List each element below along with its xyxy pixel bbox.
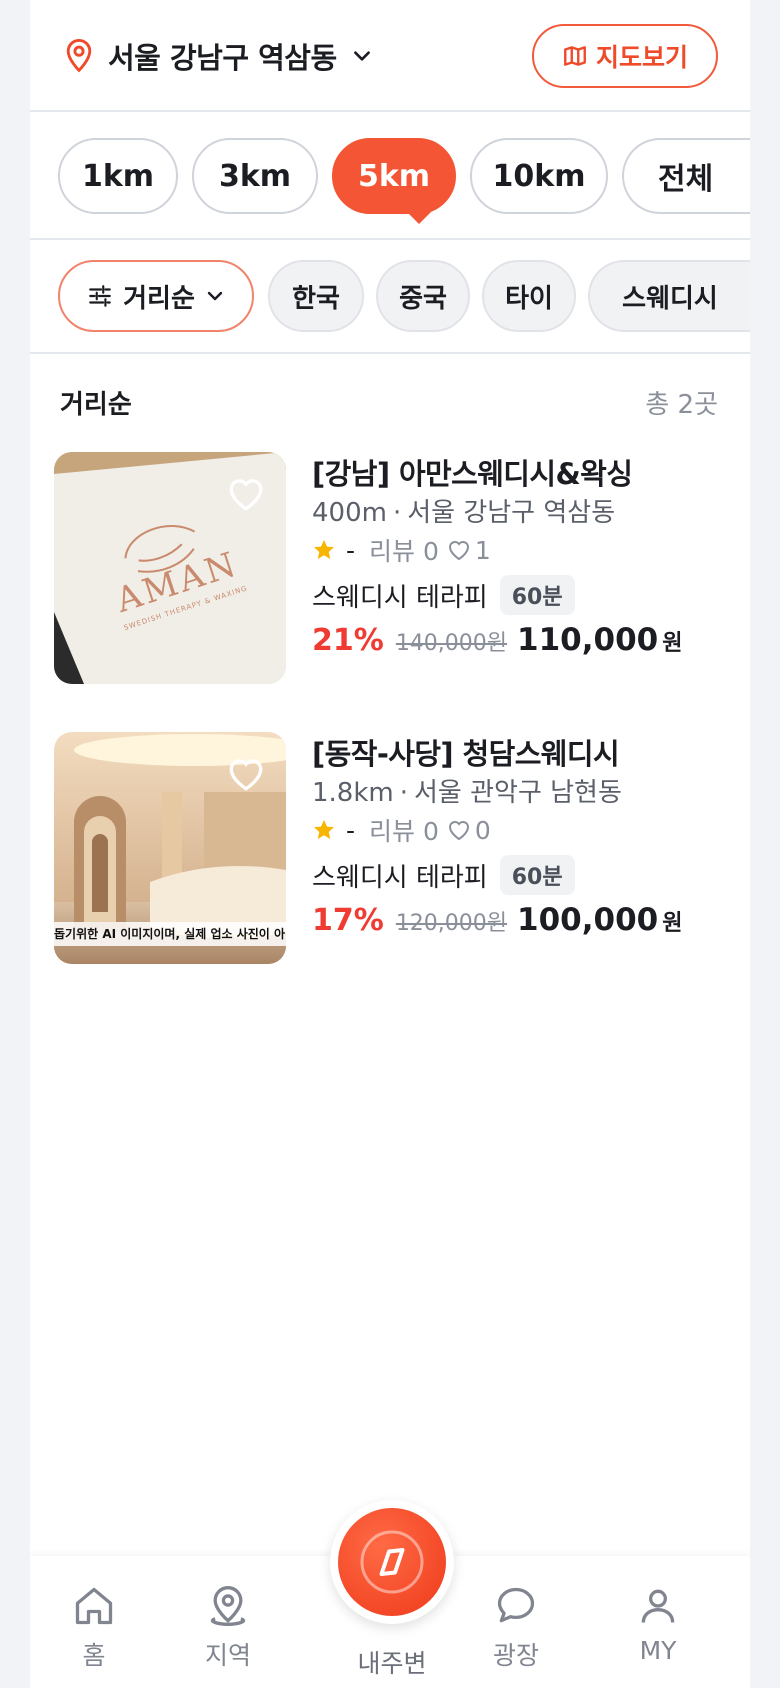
currency-label: 원 bbox=[662, 631, 683, 656]
sale-price: 100,000 bbox=[517, 902, 659, 938]
map-icon bbox=[564, 46, 586, 66]
like-count: 1 bbox=[474, 535, 491, 565]
image-disclaimer: 돕기위한 AI 이미지이며, 실제 업소 사진이 아 bbox=[54, 922, 286, 946]
distance-chip-10km[interactable]: 10km bbox=[470, 138, 608, 214]
duration-badge: 60분 bbox=[499, 855, 575, 895]
list-title: 거리순 bbox=[60, 390, 132, 420]
category-chip-chinese[interactable]: 중국 bbox=[376, 260, 470, 332]
shop-card[interactable]: 돕기위한 AI 이미지이며, 실제 업소 사진이 아 [동작-사당] 청담스웨디… bbox=[54, 732, 724, 968]
nearby-button[interactable] bbox=[330, 1500, 454, 1624]
shop-rating: - 리뷰 0 0 bbox=[312, 812, 724, 848]
chevron-down-icon bbox=[353, 51, 370, 61]
discount-rate: 17% bbox=[312, 903, 384, 938]
currency-label: 원 bbox=[662, 911, 683, 936]
nav-item-plaza[interactable]: 광장 bbox=[456, 1584, 576, 1672]
map-view-button[interactable]: 지도보기 bbox=[532, 24, 718, 88]
shop-thumbnail: 돕기위한 AI 이미지이며, 실제 업소 사진이 아 bbox=[54, 732, 286, 964]
distance-chip-1km[interactable]: 1km bbox=[58, 138, 178, 214]
shop-location: 400m · 서울 강남구 역삼동 bbox=[312, 498, 616, 528]
shop-name: [강남] 아만스웨디시&왁싱 bbox=[312, 457, 633, 491]
rating-score: - bbox=[346, 535, 356, 565]
user-icon bbox=[641, 1589, 675, 1623]
sort-dropdown[interactable]: 거리순 bbox=[58, 260, 254, 332]
sale-price: 110,000 bbox=[517, 622, 659, 658]
rating-score: - bbox=[346, 815, 356, 845]
shop-card[interactable]: AMAN SWEDISH THERAPY & WAXING [강남] 아만스웨디… bbox=[54, 452, 724, 688]
heart-icon[interactable] bbox=[226, 476, 266, 512]
nav-item-my[interactable]: MY bbox=[598, 1584, 718, 1665]
sort-label: 거리순 bbox=[123, 283, 195, 314]
nav-label-plaza: 광장 bbox=[492, 1641, 539, 1670]
star-icon bbox=[314, 540, 334, 559]
distance-chip-5km[interactable]: 5km bbox=[332, 138, 456, 214]
location-selector[interactable]: 서울 강남구 역삼동 bbox=[64, 34, 373, 78]
shop-distance: 1.8km bbox=[312, 778, 394, 808]
home-icon bbox=[75, 1587, 113, 1625]
shop-distance: 400m bbox=[312, 498, 387, 528]
chevron-down-icon bbox=[207, 291, 223, 301]
nav-item-home[interactable]: 홈 bbox=[34, 1584, 154, 1672]
heart-outline-icon bbox=[448, 821, 469, 841]
header: 서울 강남구 역삼동 지도보기 bbox=[30, 0, 750, 112]
shop-address: 서울 관악구 남현동 bbox=[414, 778, 622, 808]
shop-info: [동작-사당] 청담스웨디시 1.8km · 서울 관악구 남현동 - 리뷰 0 0… bbox=[312, 732, 724, 946]
service-name: 스웨디시 테라피 bbox=[312, 582, 488, 613]
shop-name: [동작-사당] 청담스웨디시 bbox=[312, 737, 620, 771]
shop-info: [강남] 아만스웨디시&왁싱 400m · 서울 강남구 역삼동 - 리뷰 0 1 … bbox=[312, 452, 724, 666]
compass-icon bbox=[360, 1530, 424, 1594]
category-chip-thai[interactable]: 타이 bbox=[482, 260, 576, 332]
shop-thumbnail: AMAN SWEDISH THERAPY & WAXING bbox=[54, 452, 286, 684]
original-price: 140,000원 bbox=[395, 631, 508, 656]
heart-icon[interactable] bbox=[226, 756, 266, 792]
distance-chip-all[interactable]: 전체 bbox=[622, 138, 750, 214]
price-row: 21% 140,000원 110,000 원 bbox=[312, 622, 724, 666]
shop-location: 1.8km · 서울 관악구 남현동 bbox=[312, 778, 622, 808]
service-row: 스웨디시 테라피 60분 bbox=[312, 855, 724, 895]
map-pin-icon bbox=[66, 38, 92, 73]
app-screen: 서울 강남구 역삼동 지도보기 1km 3km 5km 10km 전체 거리순 … bbox=[30, 0, 750, 1688]
shop-rating: - 리뷰 0 1 bbox=[312, 532, 724, 568]
selected-pointer bbox=[405, 210, 433, 224]
category-chip-korean[interactable]: 한국 bbox=[268, 260, 364, 332]
nearby-button-circle[interactable] bbox=[338, 1508, 446, 1616]
sliders-icon bbox=[89, 285, 111, 307]
review-count: 리뷰 0 bbox=[369, 537, 439, 566]
list-header: 거리순 총 2곳 bbox=[60, 384, 718, 420]
result-count: 총 2곳 bbox=[645, 390, 718, 420]
review-count: 리뷰 0 bbox=[369, 817, 439, 846]
nav-item-region[interactable]: 지역 bbox=[168, 1584, 288, 1672]
duration-badge: 60분 bbox=[499, 575, 575, 615]
service-row: 스웨디시 테라피 60분 bbox=[312, 575, 724, 615]
heart-outline-icon bbox=[448, 541, 469, 561]
like-count: 0 bbox=[474, 815, 491, 845]
price-row: 17% 120,000원 100,000 원 bbox=[312, 902, 724, 946]
nav-label-region: 지역 bbox=[204, 1641, 251, 1670]
chat-bubble-icon bbox=[497, 1587, 535, 1623]
service-name: 스웨디시 테라피 bbox=[312, 862, 488, 893]
nav-label-nearby: 내주변 bbox=[357, 1649, 427, 1678]
location-label: 서울 강남구 역삼동 bbox=[108, 41, 337, 75]
category-chip-swedish[interactable]: 스웨디시 bbox=[588, 260, 750, 332]
shop-address: 서울 강남구 역삼동 bbox=[407, 498, 616, 528]
nav-label-my: MY bbox=[639, 1636, 677, 1665]
distance-chip-3km[interactable]: 3km bbox=[192, 138, 318, 214]
location-pin-icon bbox=[210, 1586, 246, 1626]
original-price: 120,000원 bbox=[395, 911, 508, 936]
category-filter-bar: 거리순 한국 중국 타이 스웨디시 bbox=[30, 242, 750, 354]
star-icon bbox=[314, 820, 334, 839]
discount-rate: 21% bbox=[312, 623, 384, 658]
nav-label-home: 홈 bbox=[82, 1641, 106, 1670]
distance-filter-bar: 1km 3km 5km 10km 전체 bbox=[30, 114, 750, 240]
map-button-label: 지도보기 bbox=[595, 43, 688, 72]
